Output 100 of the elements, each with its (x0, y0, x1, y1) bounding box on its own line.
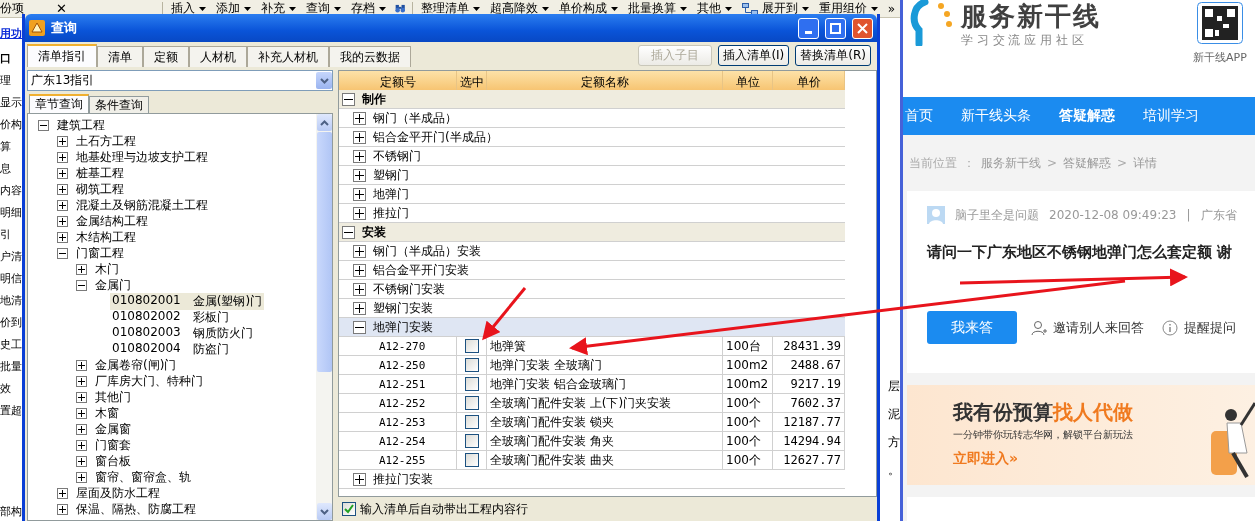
expand-toggle[interactable] (353, 206, 366, 220)
checkbox[interactable] (464, 358, 479, 372)
side-link[interactable]: 用功 (0, 26, 22, 48)
maximize-button[interactable] (825, 17, 846, 39)
tree-item[interactable]: 窗台板 (93, 452, 133, 470)
subgroup-row[interactable]: 铝合金平开门安装 (339, 261, 845, 280)
side-item[interactable]: 史工 (0, 334, 22, 356)
invite-link[interactable]: 邀请别人来回答 (1031, 318, 1144, 337)
tree-item[interactable]: 桩基工程 (74, 164, 126, 182)
tab[interactable]: 补充人材机 (247, 46, 329, 67)
toolbar-menu[interactable]: 整理清单 (415, 0, 485, 17)
expand-toggle[interactable] (353, 149, 366, 163)
library-dropdown[interactable]: 广东13指引 (27, 70, 333, 91)
tree-item[interactable]: 建筑工程 (55, 116, 107, 134)
side-item[interactable]: 口 (0, 48, 22, 70)
remind-link[interactable]: 提醒提问 (1162, 318, 1236, 337)
toolbar-menu[interactable]: 其他 (691, 0, 737, 17)
expand-toggle[interactable] (57, 215, 68, 227)
expand-toggle[interactable] (76, 407, 87, 419)
nav-link[interactable]: 首页 (905, 107, 933, 125)
tree-item[interactable]: 金属门 (93, 276, 133, 294)
side-item[interactable]: 价构 (0, 114, 22, 136)
tree-item[interactable]: 其他门 (93, 388, 133, 406)
side-item[interactable]: 息 (0, 158, 22, 180)
nav-link[interactable]: 培训学习 (1143, 107, 1199, 125)
side-item[interactable]: 算 (0, 136, 22, 158)
expand-toggle[interactable] (353, 187, 366, 201)
side-item[interactable]: 效 (0, 378, 22, 400)
subgroup-row[interactable]: 地弹门 (339, 185, 845, 204)
toolbar-menu[interactable]: 重用组价 (813, 0, 883, 17)
toolbar-menu[interactable]: 批量换算 (622, 0, 692, 17)
tree-item[interactable]: 010802002 彩板门 (110, 308, 231, 326)
tree-item[interactable]: 木门 (93, 260, 121, 278)
tab[interactable]: 条件查询 (89, 96, 149, 113)
minimize-button[interactable] (798, 17, 819, 39)
checkbox[interactable] (464, 377, 479, 391)
scrollbar[interactable] (316, 114, 332, 520)
checkbox[interactable] (464, 434, 479, 448)
expand-toggle[interactable] (76, 263, 87, 275)
side-item[interactable]: 显示 (0, 92, 22, 114)
tab[interactable]: 人材机 (189, 46, 247, 67)
expand-toggle[interactable] (57, 167, 68, 179)
expand-toggle[interactable] (38, 119, 49, 131)
expand-toggle[interactable] (76, 423, 87, 435)
side-item[interactable]: 引 (0, 224, 22, 246)
tab[interactable]: 我的云数据 (329, 46, 411, 67)
expand-toggle[interactable] (353, 320, 366, 334)
tree-item[interactable]: 金属窗 (93, 420, 133, 438)
expand-toggle[interactable] (76, 375, 87, 387)
nav-link[interactable]: 答疑解惑 (1059, 107, 1115, 125)
expand-toggle[interactable] (353, 472, 366, 486)
side-item[interactable]: 户清 (0, 246, 22, 268)
side-item[interactable]: 内容 (0, 180, 22, 202)
expand-toggle[interactable] (353, 301, 366, 315)
expand-toggle[interactable] (353, 111, 366, 125)
expand-toggle[interactable] (57, 199, 68, 211)
action-button[interactable]: 替换清单(R) (795, 45, 871, 66)
checkbox[interactable] (342, 502, 356, 516)
nav-link[interactable]: 新干线头条 (961, 107, 1031, 125)
expand-toggle[interactable] (57, 183, 68, 195)
tab[interactable]: 定额 (143, 46, 189, 67)
subgroup-row[interactable]: 钢门（半成品） (339, 109, 845, 128)
subgroup-row[interactable]: 铝合金平开门(半成品） (339, 128, 845, 147)
expand-toggle[interactable] (57, 231, 68, 243)
tree-item[interactable]: 010802004 防盗门 (110, 340, 231, 358)
expand-toggle[interactable] (57, 151, 68, 163)
group-row[interactable]: 安装 (339, 223, 845, 242)
subgroup-row[interactable]: 塑钢门 (339, 166, 845, 185)
tree-item[interactable]: 混凝土及钢筋混凝土工程 (74, 196, 210, 214)
tree-item[interactable]: 砌筑工程 (74, 180, 126, 198)
tree-item[interactable]: 木结构工程 (74, 228, 138, 246)
tree-item[interactable]: 地基处理与边坡支护工程 (74, 148, 210, 166)
side-item[interactable]: 明细 (0, 202, 22, 224)
expand-toggle[interactable] (76, 391, 87, 403)
toolbar-menu[interactable]: 超高降效 (484, 0, 554, 17)
subgroup-row[interactable]: 推拉门 (339, 204, 845, 223)
tree-item[interactable]: 010802003 钢质防火门 (110, 324, 255, 342)
expand-toggle[interactable] (76, 359, 87, 371)
expand-toggle[interactable] (342, 92, 355, 106)
subgroup-row[interactable]: 不锈钢门 (339, 147, 845, 166)
side-item[interactable]: 批量 (0, 356, 22, 378)
close-button[interactable] (852, 17, 873, 39)
toolbar-menu[interactable]: 插入 (165, 0, 211, 17)
subgroup-row[interactable]: 地弹门安装 (339, 318, 845, 337)
answer-button[interactable]: 我来答 (927, 311, 1017, 344)
tree-item[interactable]: 木窗 (93, 404, 121, 422)
expand-toggle[interactable] (353, 130, 366, 144)
subgroup-row[interactable]: 钢门（半成品）安装 (339, 242, 845, 261)
expand-toggle[interactable] (353, 168, 366, 182)
toolbar-menu[interactable]: 存档 (345, 0, 391, 17)
tree-item[interactable]: 010802001 金属(塑钢)门 (110, 292, 265, 310)
expand-toggle[interactable] (353, 263, 366, 277)
tree-item[interactable]: 土石方工程 (74, 132, 138, 150)
expand-toggle[interactable] (57, 247, 68, 259)
expand-toggle[interactable] (76, 455, 87, 467)
binoculars-icon[interactable] (394, 2, 405, 15)
tab[interactable]: 清单 (97, 46, 143, 67)
side-item[interactable]: 明信 (0, 268, 22, 290)
expand-toggle[interactable] (57, 135, 68, 147)
toolbar-menu[interactable]: 展开到 (736, 0, 814, 17)
